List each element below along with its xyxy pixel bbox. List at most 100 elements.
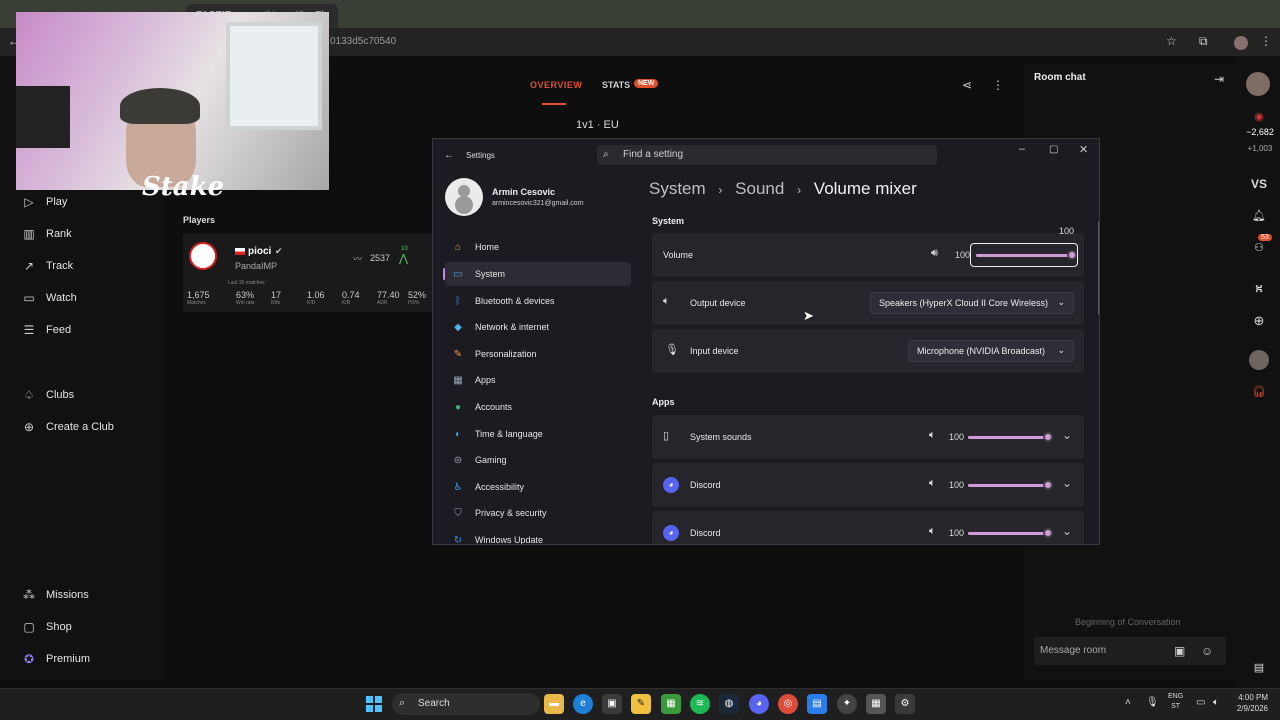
nav-label: Premium: [46, 653, 91, 665]
discord-icon[interactable]: ◕: [749, 694, 769, 714]
notepad-icon[interactable]: ▤: [807, 694, 827, 714]
speaker-icon[interactable]: 🔈︎: [929, 477, 936, 490]
sidebar-item-bluetooth[interactable]: ᛒ Bluetooth & devices: [445, 289, 631, 313]
nav-item-rank[interactable]: ▥ Rank: [22, 227, 71, 241]
chrome-icon[interactable]: ◎: [778, 694, 798, 714]
party-icon[interactable]: ⛕: [1248, 283, 1270, 297]
nav-item-shop[interactable]: ▢ Shop: [22, 620, 71, 634]
chevron-down-icon[interactable]: ⌄: [1062, 428, 1072, 442]
language-indicator[interactable]: ENG ST: [1168, 692, 1183, 712]
sidebar-item-personalization[interactable]: ✎ Personalization: [445, 342, 631, 366]
collapse-chat-icon[interactable]: ⇥: [1214, 72, 1224, 86]
network-icon[interactable]: ▭: [1196, 697, 1205, 708]
chevron-up-icon[interactable]: ˄: [1125, 697, 1131, 708]
sidebar-item-apps[interactable]: ▦ Apps: [445, 368, 631, 392]
vs-button[interactable]: VS: [1248, 177, 1270, 191]
sidebar-item-windows-update[interactable]: ↻ Windows Update: [445, 528, 631, 545]
chevron-down-icon[interactable]: ⌄: [1062, 524, 1072, 538]
calculator-icon[interactable]: ▦: [866, 694, 886, 714]
chevron-down-icon[interactable]: ⌄: [1062, 476, 1072, 490]
user-avatar[interactable]: [1246, 72, 1270, 96]
pen-app-icon[interactable]: ✎: [631, 694, 651, 714]
volume-label: Volume: [663, 250, 694, 260]
back-arrow-icon[interactable]: ←: [444, 150, 454, 161]
kebab-menu-icon[interactable]: ⋮: [1260, 34, 1272, 48]
extensions-icon[interactable]: ⧉: [1199, 34, 1208, 49]
edge-icon[interactable]: e: [573, 694, 593, 714]
sidebar-item-accessibility[interactable]: ♿︎ Accessibility: [445, 475, 631, 499]
breadcrumb-sound[interactable]: Sound: [735, 179, 784, 198]
output-device-card[interactable]: 🔈︎ Output device Speakers (HyperX Cloud …: [652, 281, 1084, 325]
volume-slider-thumb[interactable]: [1067, 250, 1077, 260]
nav-item-track[interactable]: ↗ Track: [22, 259, 73, 273]
clapper-icon[interactable]: ▤: [1248, 661, 1270, 674]
brush-icon: ✎: [453, 348, 463, 360]
sidebar-item-network[interactable]: ◆ Network & internet: [445, 315, 631, 339]
settings-scrollbar[interactable]: [1098, 221, 1099, 315]
taskbar-search[interactable]: Search: [392, 693, 540, 715]
nav-item-clubs[interactable]: ♤ Clubs: [22, 388, 75, 402]
breadcrumb-system[interactable]: System: [649, 179, 706, 198]
url-text[interactable]: 0133d5c70540: [330, 36, 396, 47]
sidebar-item-gaming[interactable]: ⊜ Gaming: [445, 448, 631, 472]
add-icon[interactable]: ⊕: [1248, 313, 1270, 329]
app-slider-thumb[interactable]: [1043, 432, 1053, 442]
nav-item-premium[interactable]: ✪ Premium: [22, 652, 90, 666]
close-icon[interactable]: ✕: [1079, 143, 1088, 156]
microphone-icon: 🎙︎: [665, 344, 679, 356]
sidebar-item-time-language[interactable]: ◐ Time & language: [445, 422, 631, 446]
profile-avatar[interactable]: [445, 178, 483, 216]
settings-search-input[interactable]: Find a setting: [597, 145, 937, 165]
minecraft-icon[interactable]: ▦: [661, 694, 681, 714]
app-slider-thumb[interactable]: [1043, 480, 1053, 490]
app-slider-thumb[interactable]: [1043, 528, 1053, 538]
app-icon[interactable]: ✦: [837, 694, 857, 714]
minimize-icon[interactable]: –: [1019, 143, 1025, 155]
nav-item-create-club[interactable]: ⊕ Create a Club: [22, 420, 114, 434]
nav-item-watch[interactable]: ▭ Watch: [22, 291, 76, 305]
file-explorer-icon[interactable]: ▬: [544, 694, 564, 714]
profile-avatar-icon[interactable]: [1234, 36, 1248, 50]
maximize-icon[interactable]: ▢: [1049, 144, 1058, 155]
speaker-icon[interactable]: 🔈︎: [929, 429, 936, 442]
sidebar-label: Apps: [475, 375, 496, 385]
app-volume-value: 100: [949, 528, 965, 538]
app-slider-fill: [968, 532, 1048, 535]
sidebar-item-privacy[interactable]: ⛉ Privacy & security: [445, 501, 631, 525]
microphone-icon[interactable]: 🎙︎: [1146, 697, 1159, 708]
more-icon[interactable]: ⋮: [992, 78, 1004, 92]
start-button[interactable]: [366, 696, 382, 712]
store-icon[interactable]: ▣: [602, 694, 622, 714]
player-name[interactable]: pioci: [248, 246, 271, 257]
share-icon[interactable]: ⋖: [962, 78, 972, 92]
input-device-dropdown[interactable]: Microphone (NVIDIA Broadcast) ⌄: [908, 340, 1074, 362]
taskbar-clock[interactable]: 4:00 PM 2/9/2026: [1224, 692, 1268, 714]
sidebar-item-system[interactable]: ▭ System: [445, 262, 631, 286]
tab-stats[interactable]: STATS: [602, 80, 630, 90]
friend-avatar[interactable]: [1249, 350, 1269, 370]
speaker-icon[interactable]: 🔊︎: [931, 247, 938, 260]
output-device-dropdown[interactable]: Speakers (HyperX Cloud II Core Wireless)…: [870, 292, 1074, 314]
input-device-card[interactable]: 🎙︎ Input device Microphone (NVIDIA Broad…: [652, 329, 1084, 373]
nav-item-missions[interactable]: ⁂ Missions: [22, 588, 89, 602]
sidebar-item-accounts[interactable]: ● Accounts: [445, 395, 631, 419]
spotify-icon[interactable]: ≋: [690, 694, 710, 714]
sidebar-item-home[interactable]: ⌂ Home: [445, 235, 631, 259]
speaker-icon[interactable]: 🔈︎: [929, 525, 936, 538]
volume-icon[interactable]: 🔈︎: [1213, 697, 1219, 708]
bell-icon[interactable]: 🔔︎: [1248, 209, 1270, 222]
nav-item-play[interactable]: ▷ Play: [22, 195, 67, 209]
settings-gear-icon[interactable]: ⚙: [895, 694, 915, 714]
steam-icon[interactable]: ◍: [719, 694, 739, 714]
player-card[interactable]: pioci ✔ PandaIMP 〰 2537 10 ⋀ Last 30 mat…: [183, 234, 435, 312]
emoji-icon[interactable]: ☺: [1201, 644, 1213, 658]
friends-icon[interactable]: ⚇: [1248, 241, 1270, 254]
star-icon[interactable]: ☆: [1166, 34, 1177, 48]
image-icon[interactable]: ▣: [1174, 644, 1185, 658]
points-count: ~2,682: [1246, 127, 1274, 137]
gaming-icon: ⊜: [453, 454, 463, 466]
nav-item-feed[interactable]: ☰ Feed: [22, 323, 71, 337]
tab-overview[interactable]: OVERVIEW: [530, 80, 582, 90]
settings-titlebar: ← Settings Find a setting ⌕ – ▢ ✕: [433, 139, 1099, 171]
headset-icon[interactable]: 🎧︎: [1248, 385, 1270, 398]
